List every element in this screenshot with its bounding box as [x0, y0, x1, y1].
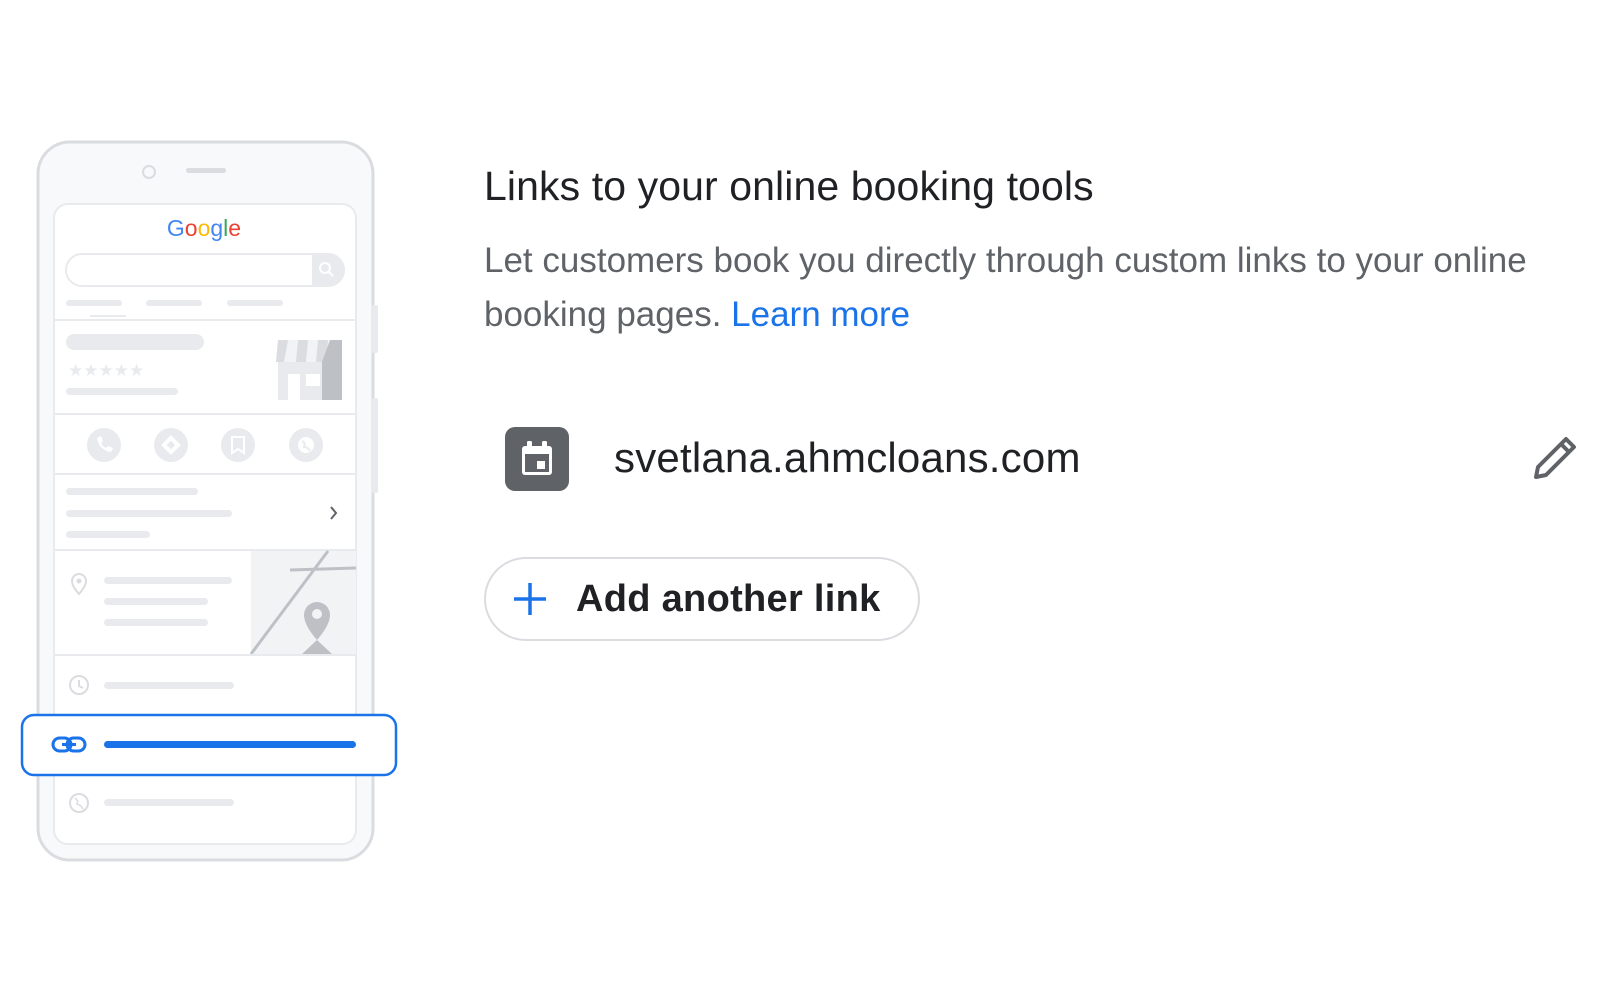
- directions-icon: [154, 428, 188, 462]
- google-logo: Google: [167, 215, 241, 241]
- booking-link-url: svetlana.ahmcloans.com: [614, 434, 1081, 481]
- description-text: Let customers book you directly through …: [484, 241, 1527, 334]
- phone-illustration: Google ★★★★★: [20, 140, 400, 865]
- bookmark-icon: [221, 428, 255, 462]
- booking-links-section: Links to your online booking tools Let c…: [484, 160, 1564, 342]
- rating-stars: ★★★★★: [68, 361, 144, 381]
- add-another-link-button[interactable]: Add another link: [484, 557, 920, 641]
- calendar-icon: [505, 427, 569, 491]
- pencil-icon[interactable]: [1524, 425, 1588, 489]
- section-description: Let customers book you directly through …: [484, 234, 1574, 342]
- learn-more-link[interactable]: Learn more: [731, 295, 910, 334]
- section-title: Links to your online booking tools: [484, 163, 1094, 209]
- booking-links-page: Google ★★★★★ Links to your online bookin…: [0, 0, 1600, 1000]
- add-another-link-label: Add another link: [576, 577, 881, 620]
- globe-icon: [289, 428, 323, 462]
- svg-text:★★★★★: ★★★★★: [68, 361, 144, 381]
- storefront-illustration: [276, 340, 342, 400]
- map-thumbnail: [249, 550, 357, 655]
- booking-link-row: svetlana.ahmcloans.com: [484, 420, 1584, 492]
- phone-icon: [87, 428, 121, 462]
- plus-icon: [510, 579, 550, 619]
